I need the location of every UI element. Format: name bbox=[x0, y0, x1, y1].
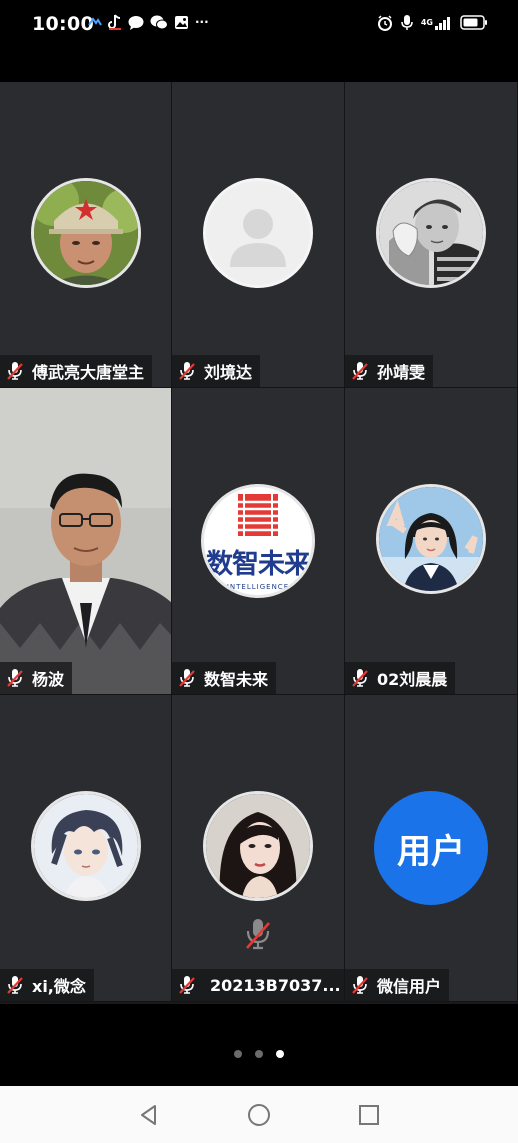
participant-avatar-logo: 数智未来 INTELLIGENCE bbox=[201, 484, 315, 598]
recents-square-icon bbox=[359, 1105, 379, 1125]
status-bar: 10:00 ··· 4G bbox=[0, 0, 518, 50]
mic-muted-icon bbox=[178, 361, 196, 381]
participant-name: 刘境达 bbox=[204, 363, 253, 382]
tiktok-icon bbox=[108, 14, 122, 30]
message-icon bbox=[128, 15, 144, 30]
participant-name-tag: 傅武亮大唐堂主 bbox=[0, 355, 153, 387]
participant-name: 孙靖雯 bbox=[377, 363, 426, 382]
logo-subtext: INTELLIGENCE bbox=[226, 582, 290, 591]
status-system-icons: 4G bbox=[377, 14, 488, 31]
participant-avatar bbox=[30, 791, 141, 901]
participant-tile[interactable]: 用户 微信用户 bbox=[345, 695, 518, 1002]
back-button[interactable] bbox=[136, 1102, 162, 1128]
page-dot[interactable] bbox=[255, 1050, 263, 1058]
participant-avatar bbox=[203, 791, 313, 901]
participant-name: xi,微念 bbox=[32, 977, 86, 996]
logo-text: 数智未来 bbox=[206, 548, 311, 580]
mic-muted-icon bbox=[6, 361, 24, 381]
participant-tile[interactable]: 数智未来 INTELLIGENCE 数智未来 bbox=[172, 388, 345, 695]
logo-icon bbox=[238, 493, 278, 536]
mic-muted-icon bbox=[178, 975, 196, 995]
participant-name: 傅武亮大唐堂主 bbox=[32, 363, 145, 382]
participant-tile[interactable]: 刘境达 bbox=[172, 82, 345, 388]
home-circle-icon bbox=[248, 1104, 270, 1126]
mic-muted-icon bbox=[6, 975, 24, 995]
gallery-icon bbox=[174, 15, 189, 30]
participant-name: 02刘晨晨 bbox=[377, 670, 448, 689]
participant-name-tag: 杨波 bbox=[0, 662, 73, 694]
participant-name-tag: xi,微念 bbox=[0, 969, 94, 1001]
participant-name-tag: 20213B7037... bbox=[172, 969, 344, 1001]
page-dot[interactable] bbox=[234, 1050, 242, 1058]
mic-muted-large-icon bbox=[244, 917, 272, 955]
participant-avatar bbox=[30, 178, 141, 288]
participant-avatar bbox=[376, 178, 486, 288]
mic-muted-icon bbox=[6, 668, 24, 688]
participant-name: 杨波 bbox=[32, 670, 65, 689]
alarm-icon bbox=[377, 14, 393, 31]
back-triangle-icon bbox=[141, 1105, 156, 1125]
participant-grid: 傅武亮大唐堂主 刘境达 孙靖雯 杨波 数智未来 INTELLIGENCE 数智未… bbox=[0, 82, 518, 1004]
home-button[interactable] bbox=[246, 1102, 272, 1128]
participant-tile[interactable]: 傅武亮大唐堂主 bbox=[0, 82, 172, 388]
participant-name: 20213B7037... bbox=[210, 975, 341, 995]
status-notification-icons: ··· bbox=[88, 14, 209, 30]
recents-button[interactable] bbox=[356, 1102, 382, 1128]
wechat-icon bbox=[150, 15, 168, 30]
default-user-icon bbox=[230, 209, 286, 267]
participant-name-tag: 数智未来 bbox=[172, 662, 277, 694]
participant-avatar-text: 用户 bbox=[374, 791, 488, 905]
system-navigation-bar bbox=[0, 1086, 518, 1143]
mic-muted-icon bbox=[178, 668, 196, 688]
mic-muted-icon bbox=[351, 668, 369, 688]
more-notifications: ··· bbox=[195, 15, 209, 29]
mic-muted-icon bbox=[351, 361, 369, 381]
participant-tile[interactable]: 20213B7037... bbox=[172, 695, 345, 1002]
status-time: 10:00 bbox=[32, 13, 94, 35]
participant-name-tag: 02刘晨晨 bbox=[345, 662, 456, 694]
signal-icon: 4G bbox=[421, 16, 452, 30]
network-type: 4G bbox=[420, 17, 433, 27]
participant-avatar bbox=[376, 484, 486, 594]
participant-avatar bbox=[203, 178, 313, 288]
participant-tile[interactable]: 孙靖雯 bbox=[345, 82, 518, 388]
vpn-icon bbox=[88, 17, 102, 27]
page-dot-active[interactable] bbox=[276, 1050, 284, 1058]
participant-name: 数智未来 bbox=[204, 670, 269, 689]
participant-name-tag: 孙靖雯 bbox=[345, 355, 434, 387]
mic-muted-icon bbox=[351, 975, 369, 995]
page-indicator[interactable] bbox=[0, 1050, 518, 1058]
participant-name-tag: 刘境达 bbox=[172, 355, 261, 387]
participant-tile[interactable]: xi,微念 bbox=[0, 695, 172, 1002]
battery-icon bbox=[460, 15, 488, 30]
participant-name: 微信用户 bbox=[377, 977, 442, 996]
participant-tile[interactable]: 02刘晨晨 bbox=[345, 388, 518, 695]
microphone-icon bbox=[401, 14, 413, 31]
participant-tile-video[interactable]: 杨波 bbox=[0, 388, 172, 695]
participant-name-tag: 微信用户 bbox=[345, 969, 450, 1001]
participant-video-feed bbox=[0, 388, 171, 694]
